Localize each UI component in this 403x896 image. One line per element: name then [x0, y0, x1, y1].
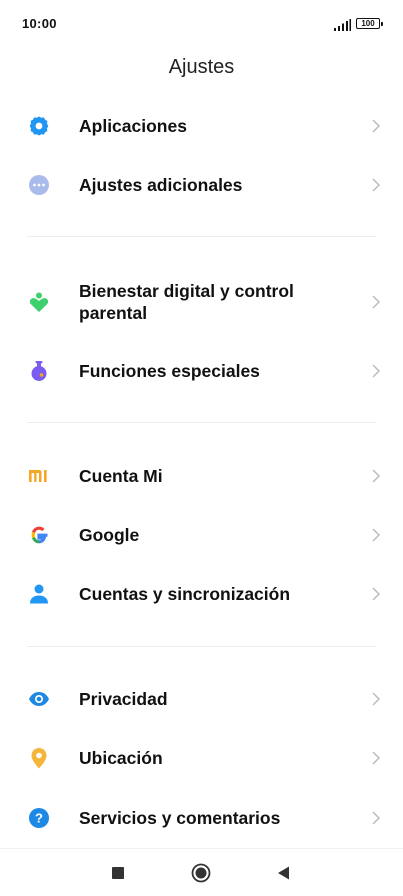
settings-item-ubicacion[interactable]: Ubicación: [0, 729, 403, 787]
chevron-right-icon: [370, 586, 382, 602]
settings-item-servicios-comentarios[interactable]: ? Servicios y comentarios: [0, 789, 403, 847]
settings-item-label: Funciones especiales: [79, 361, 260, 381]
person-icon: [28, 583, 50, 605]
battery-indicator: 100: [356, 18, 383, 29]
section-divider: [27, 236, 376, 237]
chevron-right-icon: [370, 527, 382, 543]
settings-item-label: Ubicación: [79, 748, 163, 768]
status-time: 10:00: [22, 16, 57, 31]
chevron-right-icon: [370, 118, 382, 134]
settings-item-label: Cuentas y sincronización: [79, 584, 291, 604]
settings-item-ajustes-adicionales[interactable]: Ajustes adicionales: [0, 156, 403, 214]
chevron-right-icon: [370, 177, 382, 193]
signal-bars-icon: [334, 18, 351, 31]
section-divider: [27, 646, 376, 647]
eye-icon: [28, 688, 50, 710]
google-logo-icon: [28, 524, 50, 546]
svg-text:?: ?: [35, 811, 43, 826]
flask-icon: [28, 360, 50, 382]
more-dots-icon: [28, 174, 50, 196]
settings-item-privacidad[interactable]: Privacidad: [0, 670, 403, 728]
circle-home-icon[interactable]: [191, 863, 211, 883]
settings-item-bienestar-digital[interactable]: Bienestar digital y control parental: [0, 272, 403, 332]
section-divider: [27, 422, 376, 423]
settings-item-funciones-especiales[interactable]: Funciones especiales: [0, 342, 403, 400]
settings-item-label: Ajustes adicionales: [79, 175, 243, 195]
settings-item-aplicaciones[interactable]: Aplicaciones: [0, 97, 403, 155]
page-title: Ajustes: [168, 56, 235, 78]
status-bar: 10:00 100: [0, 0, 403, 48]
help-question-icon: ?: [28, 807, 50, 829]
settings-item-google[interactable]: Google: [0, 506, 403, 564]
location-pin-icon: [28, 747, 50, 769]
settings-item-cuentas-sincronizacion[interactable]: Cuentas y sincronización: [0, 565, 403, 623]
chevron-right-icon: [370, 691, 382, 707]
chevron-right-icon: [370, 468, 382, 484]
settings-item-label: Aplicaciones: [79, 116, 187, 136]
chevron-right-icon: [370, 750, 382, 766]
settings-item-cuenta-mi[interactable]: Cuenta Mi: [0, 447, 403, 505]
gear-icon: [28, 115, 50, 137]
square-recents-icon[interactable]: [108, 863, 128, 883]
wellbeing-heart-icon: [28, 291, 50, 313]
chevron-right-icon: [370, 363, 382, 379]
chevron-right-icon: [370, 810, 382, 826]
settings-item-label: Cuenta Mi: [79, 466, 163, 486]
settings-item-label: Bienestar digital y control parental: [79, 281, 294, 323]
settings-item-label: Servicios y comentarios: [79, 808, 281, 828]
navigation-bar: [0, 848, 403, 896]
settings-item-label: Privacidad: [79, 689, 168, 709]
triangle-back-icon[interactable]: [274, 863, 294, 883]
mi-logo-icon: [28, 465, 50, 487]
chevron-right-icon: [370, 294, 382, 310]
settings-item-label: Google: [79, 525, 140, 545]
